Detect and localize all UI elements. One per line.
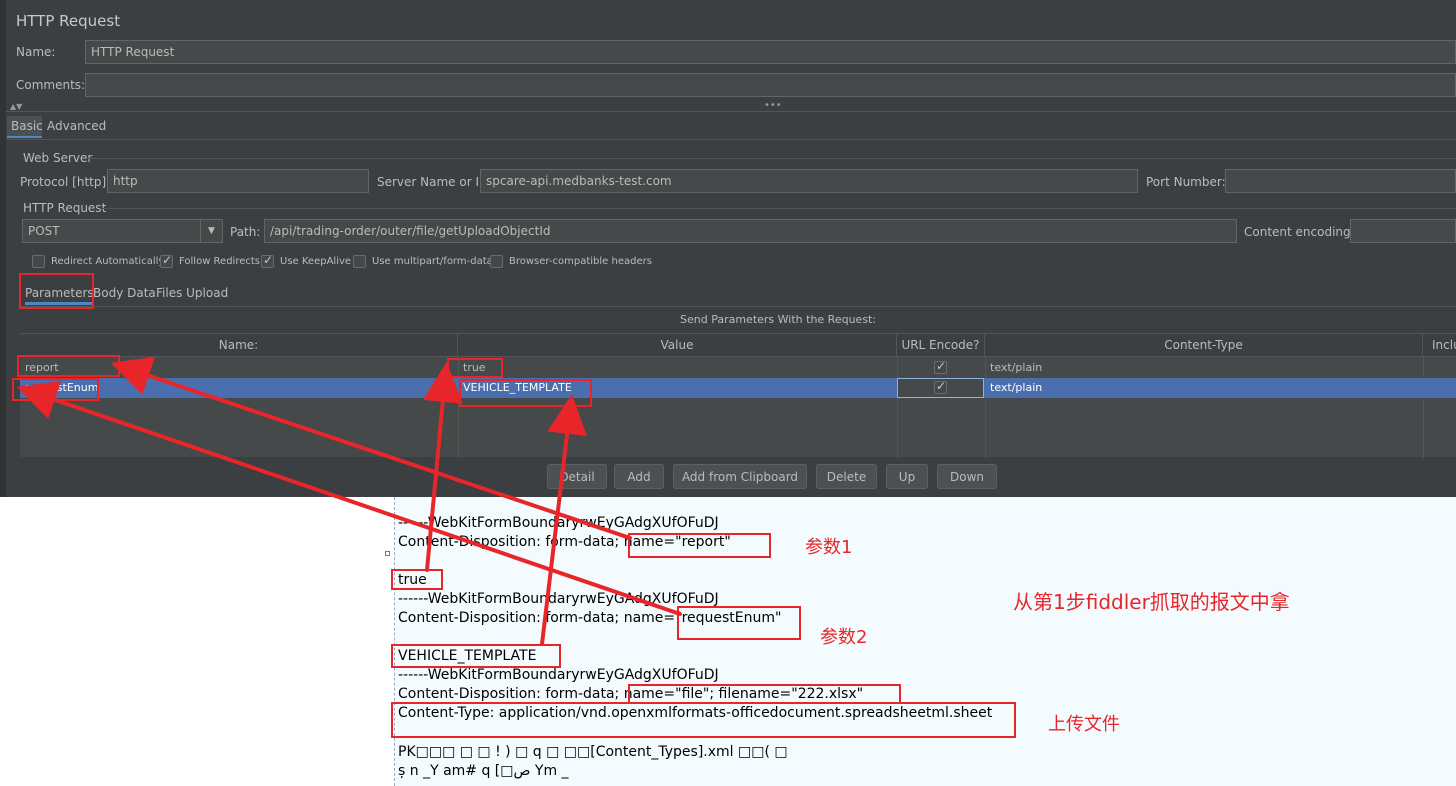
- up-button[interactable]: Up: [886, 464, 928, 489]
- follow-redirects-label: Follow Redirects: [179, 256, 260, 267]
- server-label: Server Name or IP:: [377, 175, 491, 189]
- column-header-name[interactable]: Name:: [20, 334, 458, 357]
- comments-input[interactable]: [85, 73, 1456, 97]
- path-label: Path:: [230, 225, 261, 239]
- encoding-input[interactable]: [1350, 219, 1456, 243]
- redirect-automatically-label: Redirect Automatically: [51, 256, 165, 267]
- http-request-group-line: [102, 208, 1456, 209]
- left-strip: [0, 0, 6, 497]
- body-line: PK□□□ □ □ ! ) □ q □ □□[Content_Types].xm…: [398, 744, 788, 760]
- editor-gutter: [385, 497, 395, 786]
- protocol-label: Protocol [http]:: [20, 175, 111, 189]
- use-multipart-checkbox[interactable]: [353, 255, 366, 268]
- path-input[interactable]: /api/trading-order/outer/file/getUploadO…: [264, 219, 1237, 243]
- tabs-separator: [6, 139, 1456, 140]
- browser-compatible-checkbox[interactable]: [490, 255, 503, 268]
- highlight-vehicle-line: [391, 644, 561, 668]
- add-button[interactable]: Add: [614, 464, 664, 489]
- panel-title: HTTP Request: [16, 12, 121, 30]
- tab-files-upload[interactable]: Files Upload: [156, 286, 228, 300]
- server-input[interactable]: spcare-api.medbanks-test.com: [480, 169, 1138, 193]
- redirect-automatically-checkbox[interactable]: [32, 255, 45, 268]
- params-title: Send Parameters With the Request:: [680, 313, 877, 326]
- name-label: Name:: [16, 45, 56, 59]
- column-header-value[interactable]: Value: [458, 334, 897, 357]
- annotation-source-note: 从第1步fiddler抓取的报文中拿: [1013, 590, 1290, 614]
- highlight-name-file: [628, 684, 901, 704]
- follow-redirects-checkbox[interactable]: [160, 253, 173, 268]
- highlight-name-requestenum: [677, 606, 801, 640]
- annotation-param1: 参数1: [805, 537, 853, 558]
- tab-body-data[interactable]: Body Data: [93, 286, 156, 300]
- browser-compatible-label: Browser-compatible headers: [509, 256, 652, 267]
- comments-label: Comments:: [16, 78, 86, 92]
- tab-advanced[interactable]: Advanced: [47, 119, 106, 133]
- url-encode-checkbox[interactable]: [934, 359, 947, 374]
- port-input[interactable]: [1225, 169, 1456, 193]
- collapse-arrows-icon[interactable]: ▲▼: [10, 102, 22, 111]
- use-keepalive-label: Use KeepAlive: [280, 256, 352, 267]
- highlight-parameters-tab: [19, 273, 94, 309]
- table-header: Name: Value URL Encode? Content-Type Inc…: [20, 334, 1456, 357]
- highlight-requestenum-name: [12, 378, 99, 401]
- use-multipart-label: Use multipart/form-data: [372, 256, 493, 267]
- http-request-group-label: HTTP Request: [23, 201, 107, 215]
- param-value-cell[interactable]: true: [458, 358, 897, 378]
- annotation-upload: 上传文件: [1048, 714, 1120, 735]
- content-type-cell[interactable]: text/plain: [985, 358, 1423, 378]
- use-keepalive-checkbox[interactable]: [261, 253, 274, 268]
- splitter-handle-icon[interactable]: •••: [764, 100, 782, 111]
- http-request-panel: HTTP Request Name: HTTP Request Comments…: [0, 0, 1456, 497]
- port-label: Port Number:: [1146, 175, 1226, 189]
- body-line: ------WebKitFormBoundaryrwEyGAdgXUfOFuDJ: [398, 667, 719, 683]
- chevron-down-icon: ▼: [200, 220, 222, 242]
- highlight-name-report: [628, 533, 771, 558]
- annotation-param2: 参数2: [820, 627, 868, 648]
- method-value: POST: [28, 224, 60, 238]
- highlight-true-value: [447, 358, 503, 378]
- highlight-true-line: [391, 569, 443, 590]
- name-input[interactable]: HTTP Request: [85, 40, 1456, 64]
- parameters-table: Name: Value URL Encode? Content-Type Inc…: [20, 333, 1456, 458]
- method-select[interactable]: POST ▼: [22, 219, 223, 243]
- tab-basic-label: Basic: [11, 119, 43, 133]
- protocol-input[interactable]: http: [107, 169, 369, 193]
- body-line: ------WebKitFormBoundaryrwEyGAdgXUfOFuDJ: [398, 515, 719, 531]
- sub-tabs-separator: [20, 306, 1456, 307]
- highlight-vehicle-value: [459, 379, 592, 407]
- detail-button[interactable]: Detail: [547, 464, 607, 489]
- url-encode-checkbox[interactable]: [934, 379, 947, 394]
- delete-button[interactable]: Delete: [816, 464, 877, 489]
- column-header-include[interactable]: Inclu: [1423, 334, 1456, 357]
- table-row[interactable]: report true text/plain: [20, 358, 1456, 378]
- column-header-content-type[interactable]: Content-Type: [985, 334, 1423, 357]
- down-button[interactable]: Down: [937, 464, 997, 489]
- gutter-marker-icon: [385, 551, 390, 556]
- web-server-group-label: Web Server: [23, 151, 93, 165]
- body-line: ------WebKitFormBoundaryrwEyGAdgXUfOFuDJ: [398, 591, 719, 607]
- add-from-clipboard-button[interactable]: Add from Clipboard: [673, 464, 807, 489]
- highlight-content-type: [391, 702, 1016, 738]
- content-type-cell[interactable]: text/plain: [985, 378, 1423, 398]
- web-server-group-line: [88, 158, 1456, 159]
- encoding-label: Content encoding:: [1244, 225, 1355, 239]
- body-line: ș n _Y am# q [□ص Ym _: [398, 763, 569, 779]
- column-header-url-encode[interactable]: URL Encode?: [897, 334, 985, 357]
- table-row-selected[interactable]: requestEnum VEHICLE_TEMPLATE text/plain: [20, 378, 1456, 398]
- splitter-line: [6, 111, 1456, 112]
- highlight-report-name: [17, 355, 120, 377]
